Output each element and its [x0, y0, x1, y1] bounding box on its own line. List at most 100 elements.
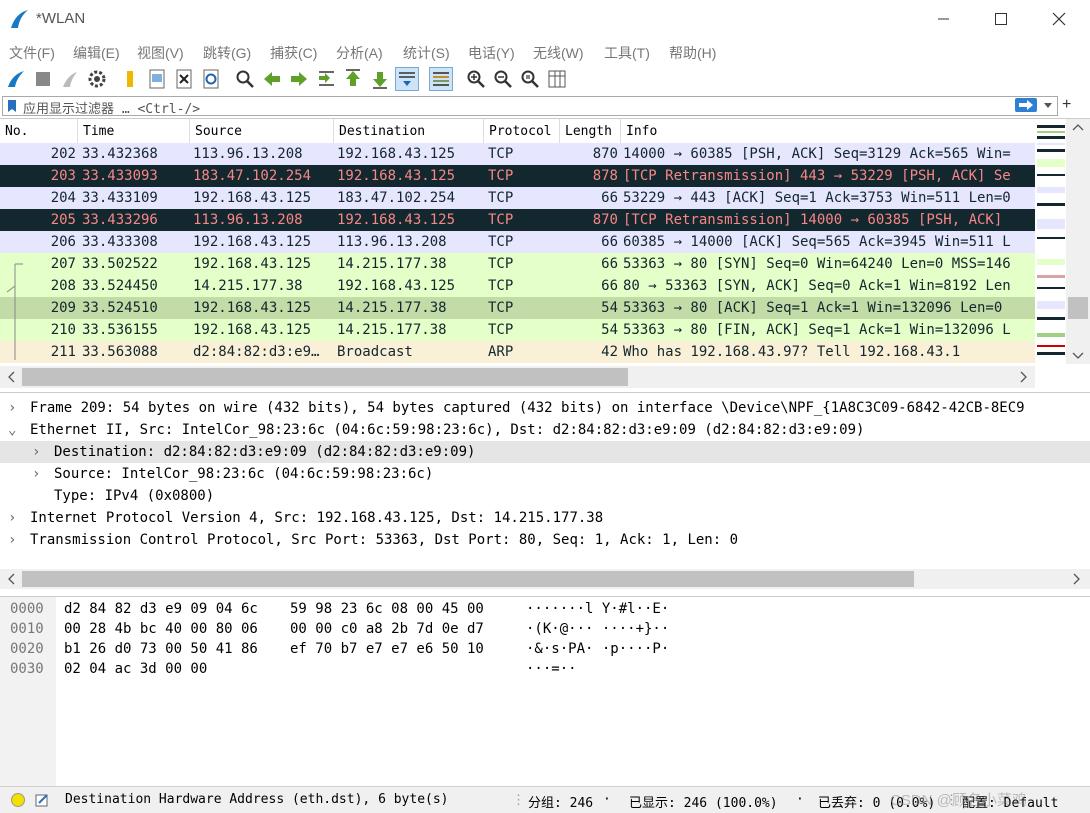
bytes-hex-group-1[interactable]: b1 26 d0 73 00 50 41 86	[64, 639, 258, 659]
menu-file[interactable]: 文件(F)	[9, 43, 55, 63]
csdn-watermark: CSDN @顾名小菜鸡	[890, 792, 1027, 809]
maximize-button[interactable]	[972, 0, 1030, 38]
packet-list-vertical-scrollbar[interactable]	[1066, 119, 1090, 364]
detail-tree-item[interactable]: › Source: IntelCor_98:23:6c (04:6c:59:98:…	[0, 463, 1090, 485]
zoom-reset-icon	[521, 70, 539, 88]
packet-row[interactable]: 204 33.433109 192.168.43.125 183.47.102.254…	[0, 187, 1035, 209]
bytes-ascii[interactable]: ···=··	[526, 659, 577, 679]
zoom-out-button[interactable]	[492, 68, 514, 90]
bytes-hex-group-1[interactable]: 00 28 4b bc 40 00 80 06	[64, 619, 258, 639]
packet-info: [TCP Retransmission] 443 → 53229 [PSH, A…	[623, 168, 1011, 184]
column-header-time[interactable]: Time	[78, 119, 190, 143]
title-bar: *WLAN	[0, 0, 1090, 38]
apply-filter-button[interactable]	[1015, 98, 1037, 112]
bookmark-icon[interactable]	[6, 99, 18, 113]
expert-info-icon[interactable]	[10, 792, 26, 808]
packet-time: 33.432368	[82, 146, 158, 162]
bytes-offset[interactable]: 0010	[10, 619, 44, 639]
column-header-no[interactable]: No.	[0, 119, 78, 143]
collapsed-arrow-icon[interactable]: ›	[8, 507, 22, 529]
packet-list-header: No. Time Source Destination Protocol Len…	[0, 119, 1035, 144]
expanded-arrow-icon[interactable]: ⌄	[8, 419, 22, 441]
detail-tree-item[interactable]: › Frame 209: 54 bytes on wire (432 bits),…	[0, 397, 1090, 419]
packet-row[interactable]: 207 33.502522 192.168.43.125 14.215.177.38 T…	[0, 253, 1035, 275]
detail-tree-item[interactable]: › Transmission Control Protocol, Src Port…	[0, 529, 1090, 551]
details-horizontal-scrollbar[interactable]	[0, 569, 1090, 589]
menu-view[interactable]: 视图(V)	[137, 43, 184, 63]
collapsed-arrow-icon[interactable]: ›	[32, 463, 46, 485]
packet-row[interactable]: 202 33.432368 113.96.13.208 192.168.43.125 T…	[0, 143, 1035, 165]
packet-minimap[interactable]	[1036, 119, 1066, 364]
auto-scroll-button[interactable]	[395, 67, 419, 91]
detail-tree-item[interactable]: Type: IPv4 (0x0800)	[0, 485, 1090, 507]
minimize-button[interactable]	[914, 0, 972, 38]
bytes-ascii[interactable]: ·&·s·PA· ·p····P·	[526, 639, 669, 659]
column-header-protocol[interactable]: Protocol	[484, 119, 560, 143]
go-to-packet-button[interactable]	[315, 68, 337, 90]
reload-file-button[interactable]	[200, 68, 222, 90]
bytes-ascii[interactable]: ·(K·@··· ····+}··	[526, 619, 669, 639]
go-forward-button[interactable]	[288, 68, 310, 90]
normal-size-button[interactable]	[519, 68, 541, 90]
bytes-offset[interactable]: 0030	[10, 659, 44, 679]
packet-row[interactable]: 209 33.524510 192.168.43.125 14.215.177.38 T…	[0, 297, 1035, 319]
close-button[interactable]	[1030, 0, 1088, 38]
packet-row[interactable]: 208 33.524450 14.215.177.38 192.168.43.125 T…	[0, 275, 1035, 297]
menu-telephony[interactable]: 电话(Y)	[468, 43, 515, 63]
restart-capture-button[interactable]	[59, 68, 81, 90]
stop-capture-button[interactable]	[32, 68, 54, 90]
add-filter-button-icon[interactable]: +	[1062, 95, 1078, 115]
capture-comment-icon[interactable]	[34, 792, 50, 808]
menu-statistics[interactable]: 统计(S)	[403, 43, 450, 63]
column-header-source[interactable]: Source	[190, 119, 334, 143]
menu-tools[interactable]: 工具(T)	[604, 43, 650, 63]
column-header-info[interactable]: Info	[621, 119, 1035, 143]
colorize-button[interactable]	[429, 67, 453, 91]
bytes-hex-group-2[interactable]: 59 98 23 6c 08 00 45 00	[290, 599, 484, 619]
menu-capture[interactable]: 捕获(C)	[270, 43, 317, 63]
bytes-hex-group-1[interactable]: 02 04 ac 3d 00 00	[64, 659, 207, 679]
menu-wireless[interactable]: 无线(W)	[533, 43, 584, 63]
display-filter-input[interactable]: 应用显示过滤器 … <Ctrl-/>	[2, 96, 1058, 117]
first-packet-button[interactable]	[342, 68, 364, 90]
packet-list-horizontal-scrollbar[interactable]	[0, 366, 1035, 388]
save-file-button[interactable]	[146, 68, 168, 90]
resize-columns-button[interactable]	[546, 68, 568, 90]
menu-edit[interactable]: 编辑(E)	[73, 43, 120, 63]
detail-tree-item[interactable]: ⌄ Ethernet II, Src: IntelCor_98:23:6c (04…	[0, 419, 1090, 441]
packet-row[interactable]: 205 33.433296 113.96.13.208 192.168.43.125 T…	[0, 209, 1035, 231]
start-capture-button[interactable]	[5, 68, 27, 90]
collapsed-arrow-icon[interactable]: ›	[32, 441, 46, 463]
status-packets-count: 分组: 246	[528, 796, 594, 811]
detail-tree-item[interactable]: › Internet Protocol Version 4, Src: 192.1…	[0, 507, 1090, 529]
packet-row[interactable]: 203 33.433093 183.47.102.254 192.168.43.125…	[0, 165, 1035, 187]
bytes-hex-group-2[interactable]: ef 70 b7 e7 e7 e6 50 10	[290, 639, 484, 659]
bytes-hex-group-1[interactable]: d2 84 82 d3 e9 09 04 6c	[64, 599, 258, 619]
detail-tree-item[interactable]: › Destination: d2:84:82:d3:e9:09 (d2:84:8…	[0, 441, 1090, 463]
bytes-offset[interactable]: 0000	[10, 599, 44, 619]
menu-go[interactable]: 跳转(G)	[203, 43, 251, 63]
open-file-button[interactable]	[119, 68, 141, 90]
bytes-ascii[interactable]: ·······l Y·#l··E·	[526, 599, 669, 619]
bytes-hex-group-2[interactable]: 00 00 c0 a8 2b 7d 0e d7	[290, 619, 484, 639]
packet-length: 54	[601, 322, 618, 338]
last-packet-button[interactable]	[369, 68, 391, 90]
go-back-button[interactable]	[261, 68, 283, 90]
packet-row[interactable]: 206 33.433308 192.168.43.125 113.96.13.208 T…	[0, 231, 1035, 253]
collapsed-arrow-icon[interactable]: ›	[8, 397, 22, 419]
menu-help[interactable]: 帮助(H)	[669, 43, 716, 63]
packet-length: 878	[592, 168, 618, 184]
column-header-length[interactable]: Length	[560, 119, 621, 143]
capture-options-button[interactable]	[86, 68, 108, 90]
menu-bar: 文件(F) 编辑(E) 视图(V) 跳转(G) 捕获(C) 分析(A) 统计(S…	[0, 38, 1090, 64]
close-file-button[interactable]	[173, 68, 195, 90]
packet-row[interactable]: 211 33.563088 d2:84:82:d3:e9… Broadcast ARP 4…	[0, 341, 1035, 363]
filter-history-dropdown[interactable]	[1041, 98, 1055, 112]
find-packet-button[interactable]	[234, 68, 256, 90]
column-header-destination[interactable]: Destination	[334, 119, 484, 143]
zoom-in-button[interactable]	[465, 68, 487, 90]
collapsed-arrow-icon[interactable]: ›	[8, 529, 22, 551]
bytes-offset[interactable]: 0020	[10, 639, 44, 659]
packet-row[interactable]: 210 33.536155 192.168.43.125 14.215.177.38 T…	[0, 319, 1035, 341]
menu-analyze[interactable]: 分析(A)	[336, 43, 383, 63]
